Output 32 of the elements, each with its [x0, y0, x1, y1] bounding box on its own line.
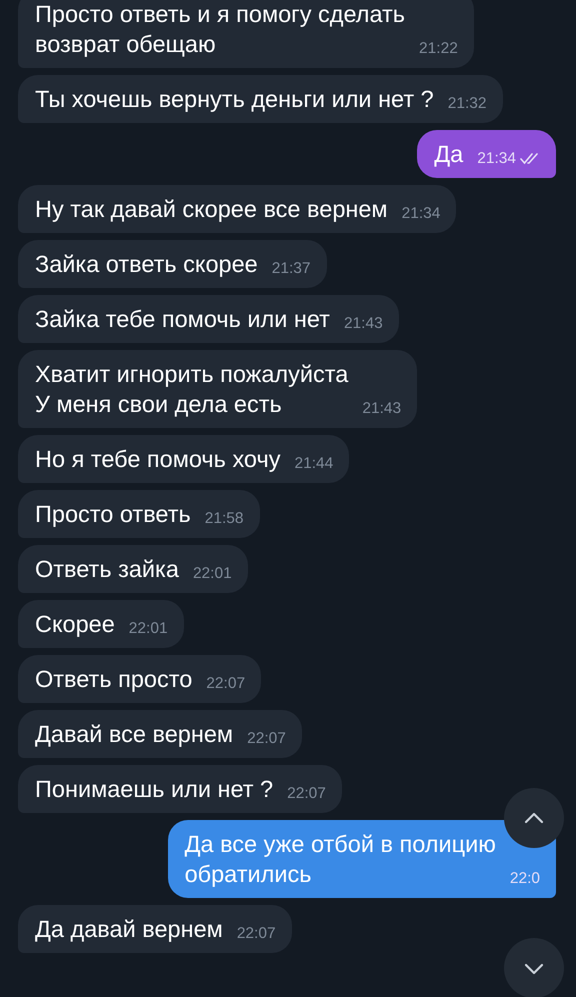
message-text: Зайка тебе помочь или нет: [35, 305, 330, 334]
message-text: Давай все вернем: [35, 720, 234, 749]
message-time: 22:01: [192, 564, 232, 584]
message-time: 21:32: [448, 94, 486, 114]
message-time: 22:07: [287, 784, 326, 804]
message-text: Ну так давай скорее все вернем: [35, 195, 388, 224]
message-time: 22:01: [128, 619, 168, 639]
message-text: Да: [434, 140, 464, 169]
message-text: Зайка ответь скорее: [35, 250, 258, 279]
message-text: Скорее: [35, 610, 115, 639]
message-time: 21:34: [477, 149, 516, 169]
message-text: Просто ответь: [35, 500, 191, 529]
message-time: 22:07: [236, 924, 276, 944]
message-time: 21:43: [362, 399, 402, 419]
message-time: 22:07: [206, 674, 246, 694]
message-time: 22:07: [247, 729, 286, 749]
message-text: Ты хочешь вернуть деньги или нет ?: [35, 85, 434, 114]
message-time: 21:37: [272, 259, 311, 279]
message-text: Ответь зайка: [35, 555, 179, 584]
message-text: Но я тебе помочь хочу: [35, 445, 280, 474]
message-text: Да все уже отбой в полицию обратились: [184, 830, 496, 889]
message-time: 22:0: [510, 869, 540, 889]
message-time: 21:44: [294, 454, 334, 474]
message-time: 21:58: [204, 509, 244, 529]
message-text: Понимаешь или нет ?: [35, 775, 274, 804]
message-text: Да давай вернем: [35, 915, 223, 944]
message-text: Хватит игнорить пожалуйста У меня свои дела есть: [35, 360, 348, 419]
message-time: 21:34: [402, 204, 440, 224]
message-text: Ответь просто: [35, 665, 192, 694]
message-text: Просто ответь и я помогу сделать возврат обещаю: [35, 0, 406, 59]
message-time: 21:43: [344, 314, 383, 334]
message-time: 21:22: [419, 39, 458, 59]
